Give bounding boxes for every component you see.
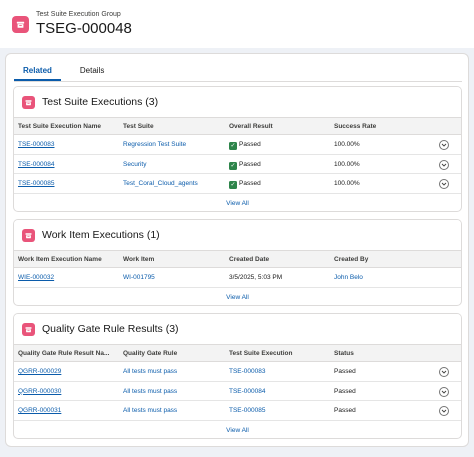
chevron-down-icon [441, 370, 447, 374]
record-link[interactable]: WIE-000032 [18, 268, 54, 287]
record-link[interactable]: TSE-000083 [18, 135, 55, 154]
view-all-link[interactable]: View All [14, 421, 461, 439]
tab-bar: Related Details [14, 60, 462, 82]
table-row: TSE-000084 Security ✓ Passed 100.00% [14, 155, 461, 174]
row-action-button[interactable] [439, 406, 449, 416]
tab-details[interactable]: Details [71, 60, 113, 81]
test-suite-link[interactable]: Test_Coral_Cloud_agents [123, 174, 198, 193]
row-action-button[interactable] [439, 179, 449, 189]
created-date: 3/5/2025, 5:03 PM [229, 274, 283, 281]
column-header[interactable]: Test Suite Execution [229, 345, 329, 362]
related-list-title[interactable]: Test Suite Executions (3) [42, 96, 158, 108]
view-all-link[interactable]: View All [14, 194, 461, 212]
test-suite-link[interactable]: Security [123, 155, 146, 174]
overall-result: ✓ Passed [229, 180, 261, 189]
chevron-down-icon [441, 143, 447, 147]
test-suite-link[interactable]: Regression Test Suite [123, 135, 186, 154]
quality-gate-rule-link[interactable]: All tests must pass [123, 362, 177, 381]
related-list-test-suite-executions: Test Suite Executions (3) Test Suite Exe… [13, 86, 462, 212]
status: Passed [334, 407, 356, 414]
stacked-box-icon [22, 95, 35, 109]
row-action-button[interactable] [439, 159, 449, 170]
quality-gate-rule-link[interactable]: All tests must pass [123, 382, 177, 401]
table-row: QGRR-000031 All tests must pass TSE-0000… [14, 401, 461, 421]
chevron-down-icon [441, 409, 447, 413]
success-rate: 100.00% [334, 141, 360, 148]
column-header[interactable]: Quality Gate Rule [123, 345, 223, 362]
record-header: Test Suite Execution Group TSEG-000048 [0, 0, 474, 48]
column-header[interactable]: Status [334, 345, 434, 362]
record-link[interactable]: TSE-000084 [18, 155, 55, 174]
record-link[interactable]: TSE-000085 [18, 174, 55, 193]
table-row: QGRR-000029 All tests must pass TSE-0000… [14, 362, 461, 382]
record-link[interactable]: QGRR-000030 [18, 382, 61, 401]
table-row: TSE-000083 Regression Test Suite ✓ Passed… [14, 135, 461, 155]
success-rate: 100.00% [334, 160, 360, 168]
table-row: WIE-000032 WI-001795 3/5/2025, 5:03 PM J… [14, 268, 461, 288]
table-row: TSE-000085 Test_Coral_Cloud_agents ✓ Pass… [14, 174, 461, 194]
status: Passed [334, 387, 356, 395]
success-rate: 100.00% [334, 180, 360, 187]
column-header-row: Quality Gate Rule Result Na... Quality G… [14, 344, 461, 362]
work-item-link[interactable]: WI-001795 [123, 268, 155, 287]
check-icon: ✓ [229, 142, 237, 150]
row-action-button[interactable] [439, 386, 449, 397]
test-suite-execution-link[interactable]: TSE-000085 [229, 401, 266, 420]
stacked-box-icon [12, 15, 29, 33]
column-header[interactable]: Work Item Execution Name [18, 251, 118, 268]
related-list-title[interactable]: Quality Gate Rule Results (3) [42, 323, 179, 335]
column-header[interactable]: Created Date [229, 251, 329, 268]
chevron-down-icon [441, 390, 447, 394]
quality-gate-rule-link[interactable]: All tests must pass [123, 401, 177, 420]
record-link[interactable]: QGRR-000029 [18, 362, 61, 381]
row-action-button[interactable] [439, 140, 449, 150]
column-header[interactable]: Overall Result [229, 118, 329, 135]
test-suite-execution-link[interactable]: TSE-000084 [229, 382, 266, 401]
page-title: TSEG-000048 [36, 20, 132, 37]
record-link[interactable]: QGRR-000031 [18, 401, 61, 420]
column-header[interactable]: Success Rate [334, 118, 434, 135]
column-header[interactable]: Quality Gate Rule Result Na... [18, 345, 118, 362]
column-header[interactable]: Test Suite [123, 118, 223, 135]
row-action-button[interactable] [439, 367, 449, 377]
tab-related[interactable]: Related [14, 60, 61, 81]
view-all-link[interactable]: View All [14, 288, 461, 306]
overall-result: ✓ Passed [229, 160, 261, 170]
related-list-title[interactable]: Work Item Executions (1) [42, 229, 160, 241]
overall-result: ✓ Passed [229, 141, 261, 150]
column-header[interactable]: Test Suite Execution Name [18, 118, 118, 135]
check-icon: ✓ [229, 161, 237, 170]
created-by-link[interactable]: John Belo [334, 268, 363, 287]
table-row: QGRR-000030 All tests must pass TSE-0000… [14, 382, 461, 401]
related-list-quality-gate-rule-results: Quality Gate Rule Results (3) Quality Ga… [13, 313, 462, 439]
record-type-label: Test Suite Execution Group [36, 11, 121, 18]
chevron-down-icon [441, 163, 447, 167]
column-header[interactable]: Created By [334, 251, 434, 268]
column-header-row: Test Suite Execution Name Test Suite Ove… [14, 117, 461, 135]
stacked-box-icon [22, 322, 35, 336]
column-header[interactable]: Work Item [123, 251, 223, 268]
check-icon: ✓ [229, 181, 237, 189]
stacked-box-icon [22, 228, 35, 242]
column-header-row: Work Item Execution Name Work Item Creat… [14, 250, 461, 268]
status: Passed [334, 368, 356, 375]
test-suite-execution-link[interactable]: TSE-000083 [229, 362, 266, 381]
related-list-work-item-executions: Work Item Executions (1) Work Item Execu… [13, 219, 462, 306]
chevron-down-icon [441, 182, 447, 186]
